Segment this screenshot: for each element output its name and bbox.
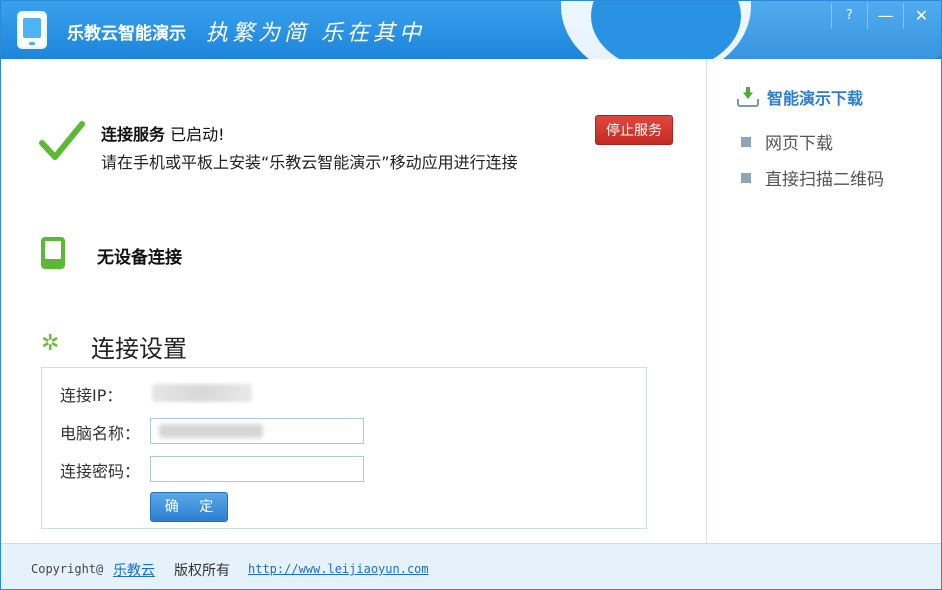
copyright-text: Copyright@ (31, 562, 104, 576)
computer-name-label: 电脑名称： (60, 424, 141, 443)
password-label: 连接密码： (60, 462, 141, 481)
device-status: 无设备连接 (97, 248, 182, 268)
sidebar-item-web-download[interactable]: 网页下载 (741, 129, 833, 154)
sidebar-item-scan-qr[interactable]: 直接扫描二维码 (741, 165, 884, 190)
connection-settings-box: 连接IP： 电脑名称： 连接密码： 确 定 (41, 367, 647, 529)
ip-label: 连接IP： (60, 386, 123, 405)
app-window: 乐教云智能演示 执繁为简 乐在其中 ? — ✕ 连接服务 已启动! 请在手机或平… (0, 0, 942, 590)
service-status: 连接服务 已启动! (101, 121, 225, 145)
service-status-text: 已启动! (170, 125, 225, 144)
app-logo-icon (17, 11, 47, 49)
ip-value-redacted (152, 384, 252, 402)
bullet-icon (741, 172, 751, 183)
close-button[interactable]: ✕ (903, 3, 939, 29)
download-link[interactable]: 智能演示下载 (737, 85, 863, 109)
title-bar[interactable]: 乐教云智能演示 执繁为简 乐在其中 ? — ✕ (1, 1, 941, 59)
sidebar: 智能演示下载 网页下载 直接扫描二维码 (707, 59, 941, 543)
computer-name-redacted (159, 424, 263, 438)
sidebar-item-label: 网页下载 (765, 134, 833, 154)
computer-name-field[interactable] (150, 418, 364, 444)
download-icon (737, 87, 759, 107)
window-controls: ? — ✕ (831, 3, 939, 29)
service-status-strong: 连接服务 (101, 125, 166, 144)
password-field[interactable] (150, 456, 364, 482)
download-label: 智能演示下载 (767, 89, 864, 108)
website-link[interactable]: http://www.leijiaoyun.com (248, 562, 429, 576)
device-icon (41, 237, 65, 269)
install-instruction: 请在手机或平板上安装“乐教云智能演示”移动应用进行连接 (101, 153, 518, 172)
brand-link[interactable]: 乐教云 (113, 560, 155, 580)
help-button[interactable]: ? (831, 3, 867, 29)
main-panel: 连接服务 已启动! 请在手机或平板上安装“乐教云智能演示”移动应用进行连接 停止… (1, 59, 707, 543)
app-title: 乐教云智能演示 (67, 24, 186, 44)
bullet-icon (741, 136, 751, 147)
stop-service-button[interactable]: 停止服务 (595, 115, 673, 145)
minimize-button[interactable]: — (867, 3, 903, 29)
checkmark-icon (39, 121, 85, 160)
rights-text: 版权所有 (174, 563, 230, 579)
sidebar-item-label: 直接扫描二维码 (765, 170, 884, 190)
app-slogan: 执繁为简 乐在其中 (206, 21, 425, 46)
confirm-button[interactable]: 确 定 (150, 492, 228, 522)
footer: Copyright@ 乐教云 版权所有 http://www.leijiaoyu… (1, 543, 941, 589)
settings-title: 连接设置 (91, 335, 187, 363)
gear-icon: ✲ (41, 331, 60, 356)
